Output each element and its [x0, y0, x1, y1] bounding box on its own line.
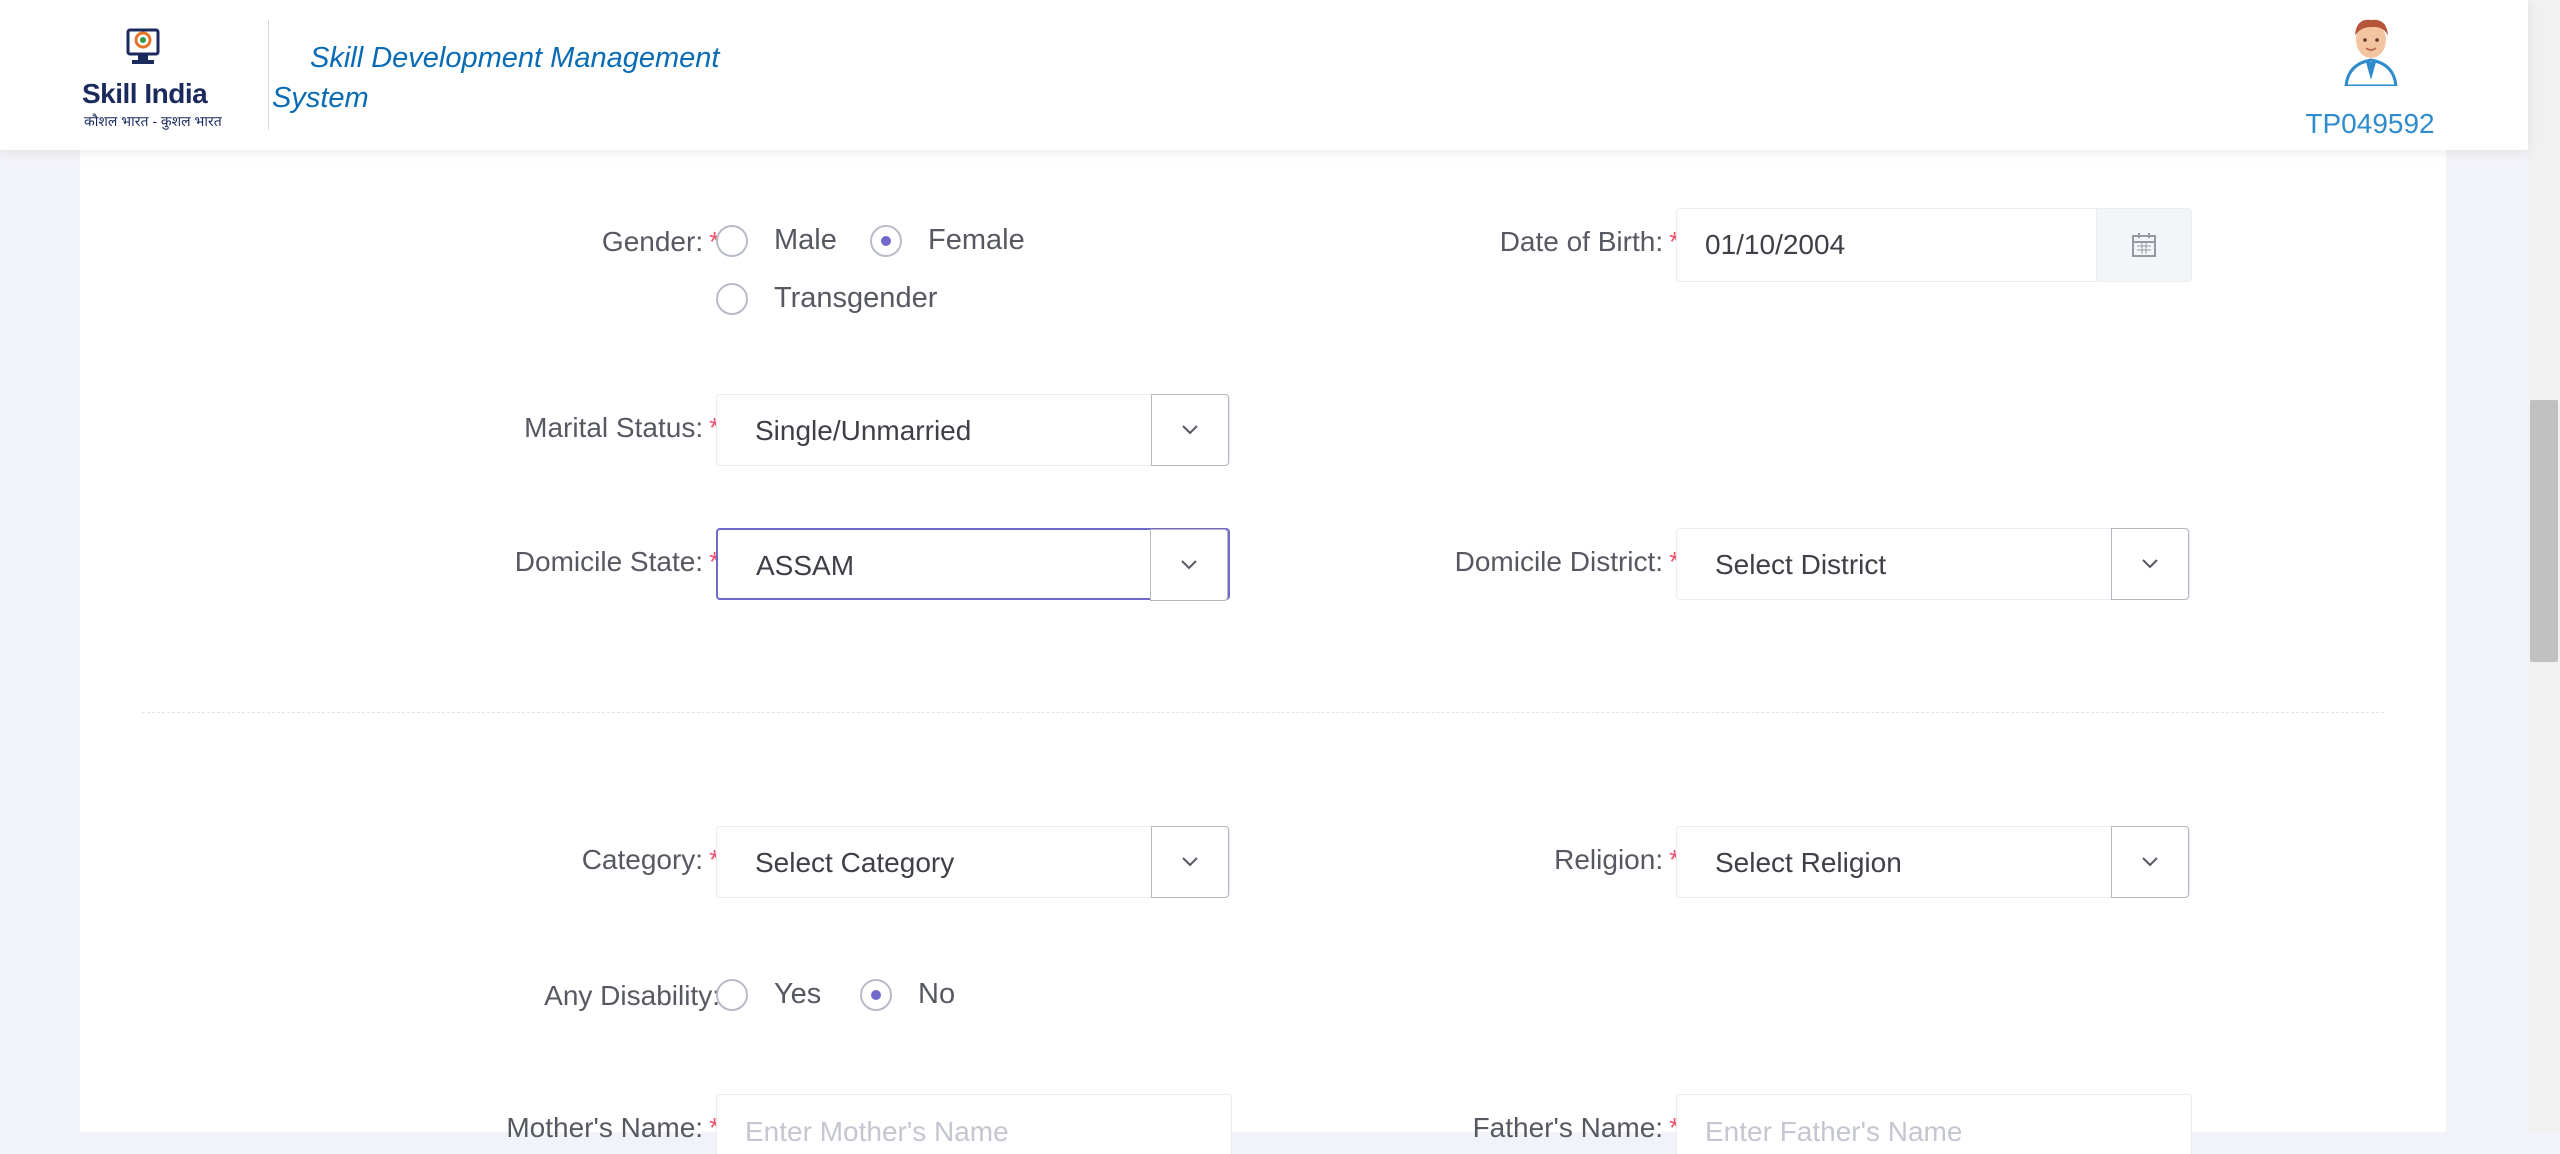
- gender-label: Gender: *: [602, 226, 720, 258]
- chevron-down-icon: [2142, 857, 2158, 867]
- religion-label: Religion: *: [1554, 844, 1680, 876]
- app-title-line2: System: [272, 82, 369, 114]
- radio-circle-selected[interactable]: [870, 224, 902, 257]
- domicile-district-label-text: Domicile District:: [1454, 546, 1664, 577]
- father-name-label-text: Father's Name:: [1472, 1112, 1664, 1143]
- logo-subtext: कौशल भारत - कुशल भारत: [84, 113, 222, 129]
- user-id[interactable]: TP049592: [2290, 108, 2450, 140]
- app-title-line1: Skill Development Management: [310, 42, 720, 74]
- radio-circle[interactable]: [716, 224, 748, 257]
- category-value: Select Category: [755, 847, 955, 878]
- religion-dropdown-button[interactable]: [2111, 826, 2189, 898]
- chevron-down-icon: [1181, 560, 1197, 570]
- gender-radio-male[interactable]: Male: [716, 224, 837, 257]
- skill-india-emblem-icon: [126, 28, 160, 64]
- vertical-scrollbar[interactable]: [2528, 0, 2560, 1132]
- category-label-text: Category:: [581, 844, 704, 875]
- marital-status-label-text: Marital Status:: [524, 412, 704, 443]
- religion-label-text: Religion:: [1554, 844, 1664, 875]
- app-title: Skill Development Management System: [272, 38, 752, 118]
- disability-label: Any Disability:: [544, 980, 720, 1012]
- section-divider: [142, 712, 2384, 713]
- domicile-district-dropdown-button[interactable]: [2111, 528, 2189, 600]
- dob-input[interactable]: 01/10/2004: [1676, 208, 2192, 282]
- marital-status-value: Single/Unmarried: [755, 415, 972, 446]
- disability-label-text: Any Disability:: [544, 980, 720, 1011]
- domicile-state-value: ASSAM: [756, 550, 855, 581]
- mother-name-label: Mother's Name: *: [506, 1112, 720, 1144]
- marital-status-dropdown-button[interactable]: [1151, 394, 1229, 466]
- gender-option-male: Male: [774, 224, 837, 256]
- top-header: Skill India कौशल भारत - कुशल भारत Skill …: [0, 0, 2528, 150]
- calendar-button[interactable]: [2096, 209, 2191, 281]
- category-label: Category: *: [582, 844, 720, 876]
- mother-name-input[interactable]: [716, 1094, 1232, 1154]
- domicile-state-select[interactable]: ASSAM: [716, 528, 1230, 601]
- gender-option-transgender: Transgender: [774, 282, 938, 314]
- gender-radio-female[interactable]: Female: [870, 224, 1025, 257]
- religion-value: Select Religion: [1715, 847, 1902, 878]
- father-name-input[interactable]: [1676, 1094, 2192, 1154]
- chevron-down-icon: [2142, 559, 2158, 569]
- chevron-down-icon: [1182, 857, 1198, 867]
- disability-radio-no[interactable]: No: [860, 978, 955, 1011]
- user-avatar-icon[interactable]: [2338, 14, 2404, 86]
- category-select[interactable]: Select Category: [716, 826, 1230, 898]
- disability-option-yes: Yes: [774, 978, 822, 1010]
- domicile-district-label: Domicile District: *: [1455, 546, 1680, 578]
- logo-text: Skill India: [82, 78, 208, 109]
- gender-option-female: Female: [928, 224, 1025, 256]
- disability-radio-yes[interactable]: Yes: [716, 978, 821, 1011]
- domicile-state-dropdown-button[interactable]: [1150, 529, 1228, 601]
- radio-circle[interactable]: [716, 282, 748, 315]
- skill-india-logo[interactable]: Skill India कौशल भारत - कुशल भारत: [78, 22, 222, 130]
- disability-option-no: No: [918, 978, 956, 1010]
- domicile-district-value: Select District: [1715, 549, 1887, 580]
- marital-status-select[interactable]: Single/Unmarried: [716, 394, 1230, 466]
- domicile-state-label-text: Domicile State:: [514, 546, 704, 577]
- father-name-label: Father's Name: *: [1473, 1112, 1680, 1144]
- dob-label: Date of Birth: *: [1500, 226, 1680, 258]
- radio-circle-selected[interactable]: [860, 978, 892, 1011]
- chevron-down-icon: [1182, 425, 1198, 435]
- gender-radio-transgender[interactable]: Transgender: [716, 282, 937, 315]
- radio-circle[interactable]: [716, 978, 748, 1011]
- religion-select[interactable]: Select Religion: [1676, 826, 2190, 898]
- category-dropdown-button[interactable]: [1151, 826, 1229, 898]
- header-divider: [268, 20, 269, 130]
- marital-status-label: Marital Status: *: [524, 412, 720, 444]
- gender-label-text: Gender:: [601, 226, 704, 257]
- dob-label-text: Date of Birth:: [1499, 226, 1664, 257]
- domicile-state-label: Domicile State: *: [515, 546, 720, 578]
- dob-value: 01/10/2004: [1705, 229, 1846, 260]
- calendar-icon: [2132, 233, 2156, 257]
- domicile-district-select[interactable]: Select District: [1676, 528, 2190, 600]
- scrollbar-thumb[interactable]: [2530, 400, 2558, 662]
- personal-details-form: Gender: * Male Female Transgender Date of…: [80, 150, 2446, 1154]
- mother-name-label-text: Mother's Name:: [506, 1112, 704, 1143]
